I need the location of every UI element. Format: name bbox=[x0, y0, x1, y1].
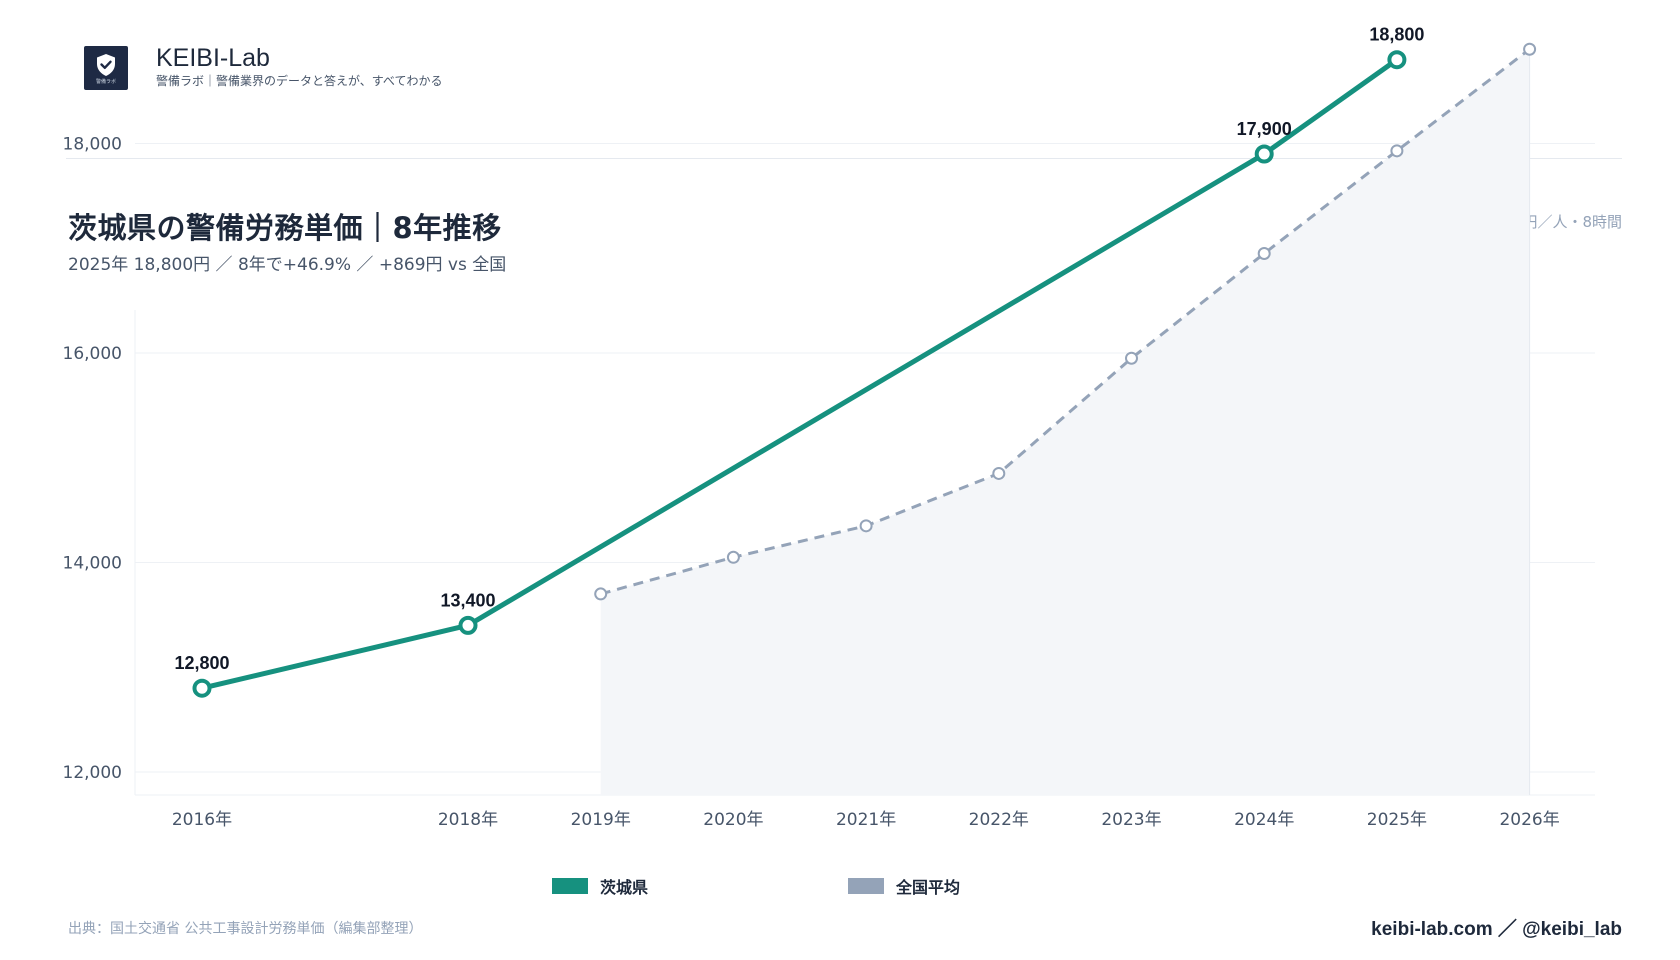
national-area bbox=[600, 49, 1530, 796]
legend-item-national: 全国平均 bbox=[848, 874, 960, 898]
y-tick-label: 12,000 bbox=[63, 763, 122, 783]
data-label: 13,400 bbox=[440, 590, 495, 610]
ibaraki-point bbox=[458, 615, 478, 635]
national-point bbox=[726, 550, 740, 564]
y-tick-label: 16,000 bbox=[63, 344, 122, 364]
x-tick-label: 2018年 bbox=[438, 810, 498, 830]
x-tick-label: 2019年 bbox=[571, 810, 631, 830]
ibaraki-point bbox=[1387, 50, 1407, 70]
national-point bbox=[859, 519, 873, 533]
y-tick-label: 14,000 bbox=[63, 554, 122, 574]
x-tick-label: 2016年 bbox=[172, 810, 232, 830]
footer-url[interactable]: keibi-lab.com ／ @keibi_lab bbox=[1371, 914, 1622, 941]
national-point bbox=[992, 466, 1006, 480]
x-tick-label: 2026年 bbox=[1499, 810, 1559, 830]
national-point bbox=[1390, 144, 1404, 158]
legend-swatch-national bbox=[848, 878, 884, 894]
x-tick-label: 2021年 bbox=[836, 810, 896, 830]
x-tick-label: 2023年 bbox=[1101, 810, 1161, 830]
national-point bbox=[1523, 42, 1537, 56]
data-label: 12,800 bbox=[174, 653, 229, 673]
ibaraki-point bbox=[1254, 144, 1274, 164]
x-tick-label: 2022年 bbox=[969, 810, 1029, 830]
line-chart: 12,00014,00016,00018,00020,0002016年2018年… bbox=[63, 25, 1595, 830]
x-tick-label: 2024年 bbox=[1234, 810, 1294, 830]
ibaraki-point bbox=[192, 678, 212, 698]
x-tick-label: 2025年 bbox=[1367, 810, 1427, 830]
y-tick-label: 18,000 bbox=[63, 135, 122, 155]
source-note: 出典：国土交通省 公共工事設計労務単価（編集部整理） bbox=[68, 921, 423, 937]
data-label: 17,900 bbox=[1237, 119, 1292, 139]
legend-swatch-ibaraki bbox=[552, 878, 588, 894]
national-point bbox=[1125, 351, 1138, 365]
legend-item-ibaraki: 茨城県 bbox=[552, 874, 648, 898]
x-tick-label: 2020年 bbox=[703, 810, 763, 830]
national-point bbox=[1257, 246, 1271, 260]
data-label: 18,800 bbox=[1369, 25, 1424, 45]
national-point bbox=[594, 587, 608, 601]
legend-label-national: 全国平均 bbox=[896, 878, 961, 897]
legend-label-ibaraki: 茨城県 bbox=[600, 878, 649, 897]
